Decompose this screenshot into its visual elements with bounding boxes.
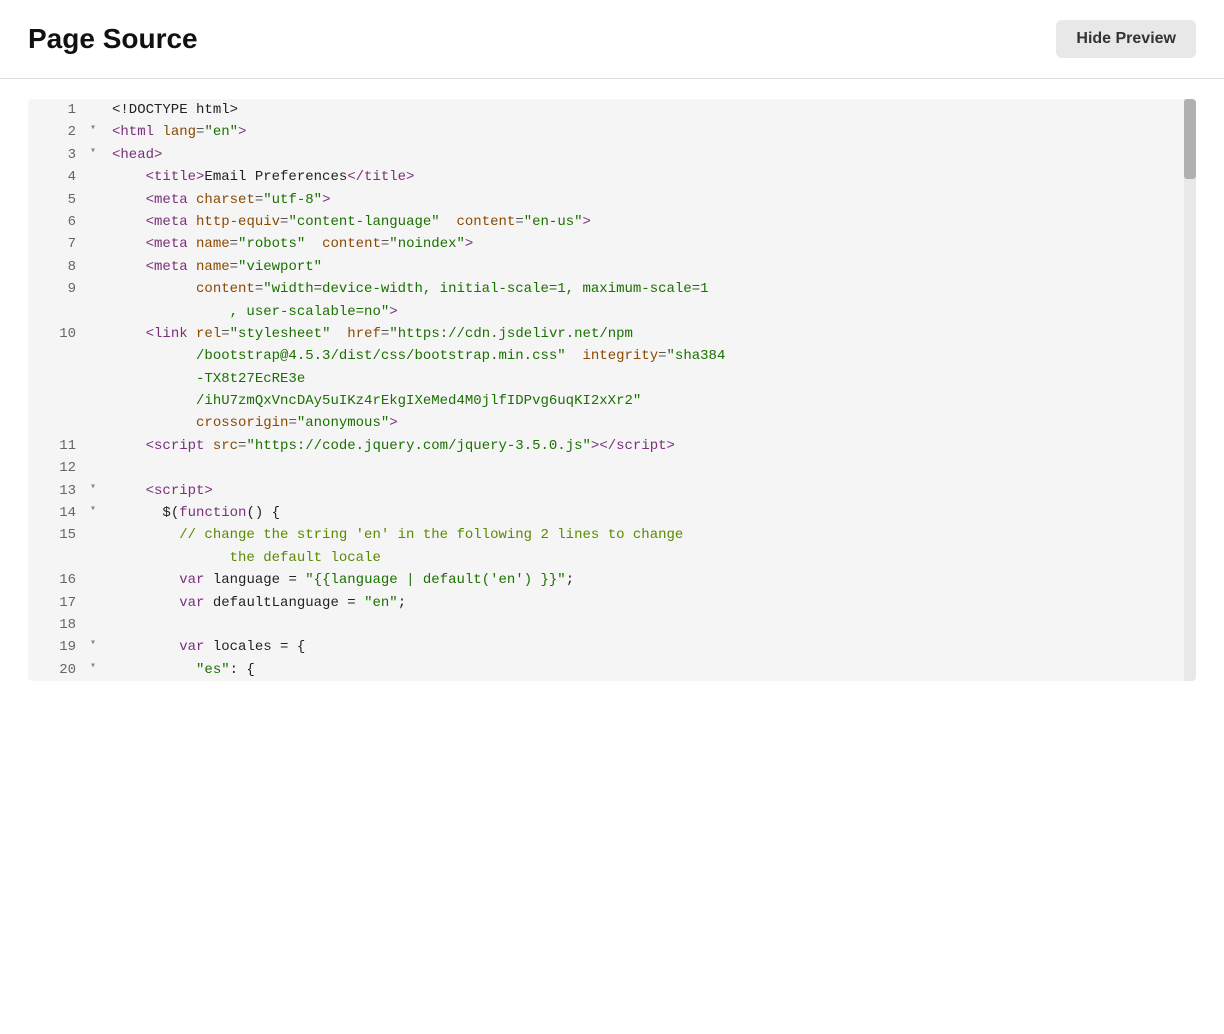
table-row: 13 ▾ <script>: [28, 480, 1196, 502]
table-row: 19 ▾ var locales = {: [28, 636, 1196, 658]
line-number: 2: [28, 121, 88, 143]
line-code: "es": {: [104, 659, 1196, 681]
line-arrow: [88, 99, 104, 121]
line-number: 11: [28, 435, 88, 457]
table-row: 14 ▾ $(function() {: [28, 502, 1196, 524]
table-row: 20 ▾ "es": {: [28, 659, 1196, 681]
line-arrow: ▾: [88, 121, 104, 143]
table-row: 11 <script src="https://code.jquery.com/…: [28, 435, 1196, 457]
line-code: <meta name="robots" content="noindex">: [104, 233, 1196, 255]
scrollbar-thumb[interactable]: [1184, 99, 1196, 179]
line-code: content="width=device-width, initial-sca…: [104, 278, 1196, 323]
line-arrow: [88, 457, 104, 479]
line-number: 7: [28, 233, 88, 255]
hide-preview-button[interactable]: Hide Preview: [1056, 20, 1196, 58]
line-code: $(function() {: [104, 502, 1196, 524]
table-row: 16 var language = "{{language | default(…: [28, 569, 1196, 591]
table-row: 9 content="width=device-width, initial-s…: [28, 278, 1196, 323]
line-arrow: [88, 166, 104, 188]
line-code: <meta charset="utf-8">: [104, 189, 1196, 211]
table-row: 6 <meta http-equiv="content-language" co…: [28, 211, 1196, 233]
line-arrow: ▾: [88, 502, 104, 524]
line-number: 5: [28, 189, 88, 211]
line-number: 15: [28, 524, 88, 569]
line-number: 1: [28, 99, 88, 121]
table-row: 17 var defaultLanguage = "en";: [28, 592, 1196, 614]
line-arrow: ▾: [88, 144, 104, 166]
line-number: 17: [28, 592, 88, 614]
table-row: 4 <title>Email Preferences</title>: [28, 166, 1196, 188]
code-scroll-area[interactable]: 1 <!DOCTYPE html> 2 ▾ <html lang="en"> 3…: [28, 99, 1196, 681]
table-row: 3 ▾ <head>: [28, 144, 1196, 166]
line-code: [104, 614, 1196, 636]
line-number: 6: [28, 211, 88, 233]
line-code: <link rel="stylesheet" href="https://cdn…: [104, 323, 1196, 435]
line-code: // change the string 'en' in the followi…: [104, 524, 1196, 569]
line-arrow: [88, 524, 104, 569]
code-table: 1 <!DOCTYPE html> 2 ▾ <html lang="en"> 3…: [28, 99, 1196, 681]
table-row: 7 <meta name="robots" content="noindex">: [28, 233, 1196, 255]
line-arrow: [88, 435, 104, 457]
page-header: Page Source Hide Preview: [0, 0, 1224, 79]
line-number: 18: [28, 614, 88, 636]
line-code: var defaultLanguage = "en";: [104, 592, 1196, 614]
line-code: var locales = {: [104, 636, 1196, 658]
line-number: 16: [28, 569, 88, 591]
table-row: 8 <meta name="viewport": [28, 256, 1196, 278]
line-arrow: [88, 569, 104, 591]
line-code: <script>: [104, 480, 1196, 502]
line-code: var language = "{{language | default('en…: [104, 569, 1196, 591]
line-number: 3: [28, 144, 88, 166]
table-row: 10 <link rel="stylesheet" href="https://…: [28, 323, 1196, 435]
line-arrow: [88, 189, 104, 211]
line-code: <meta name="viewport": [104, 256, 1196, 278]
table-row: 5 <meta charset="utf-8">: [28, 189, 1196, 211]
line-number: 14: [28, 502, 88, 524]
line-code: <html lang="en">: [104, 121, 1196, 143]
line-number: 9: [28, 278, 88, 323]
line-code: <title>Email Preferences</title>: [104, 166, 1196, 188]
line-number: 13: [28, 480, 88, 502]
line-code: <script src="https://code.jquery.com/jqu…: [104, 435, 1196, 457]
line-code: [104, 457, 1196, 479]
line-code: <meta http-equiv="content-language" cont…: [104, 211, 1196, 233]
table-row: 15 // change the string 'en' in the foll…: [28, 524, 1196, 569]
line-arrow: [88, 323, 104, 435]
line-number: 4: [28, 166, 88, 188]
line-number: 10: [28, 323, 88, 435]
line-arrow: ▾: [88, 636, 104, 658]
line-arrow: ▾: [88, 480, 104, 502]
table-row: 1 <!DOCTYPE html>: [28, 99, 1196, 121]
line-number: 19: [28, 636, 88, 658]
scrollbar-track[interactable]: [1184, 99, 1196, 681]
line-arrow: [88, 233, 104, 255]
line-arrow: [88, 278, 104, 323]
line-number: 20: [28, 659, 88, 681]
line-arrow: [88, 614, 104, 636]
line-code: <!DOCTYPE html>: [104, 99, 1196, 121]
line-number: 12: [28, 457, 88, 479]
line-arrow: [88, 211, 104, 233]
code-container: 1 <!DOCTYPE html> 2 ▾ <html lang="en"> 3…: [28, 99, 1196, 681]
table-row: 18: [28, 614, 1196, 636]
line-code: <head>: [104, 144, 1196, 166]
table-row: 12: [28, 457, 1196, 479]
line-arrow: [88, 256, 104, 278]
page-title: Page Source: [28, 23, 198, 55]
line-number: 8: [28, 256, 88, 278]
line-arrow: [88, 592, 104, 614]
line-arrow: ▾: [88, 659, 104, 681]
table-row: 2 ▾ <html lang="en">: [28, 121, 1196, 143]
